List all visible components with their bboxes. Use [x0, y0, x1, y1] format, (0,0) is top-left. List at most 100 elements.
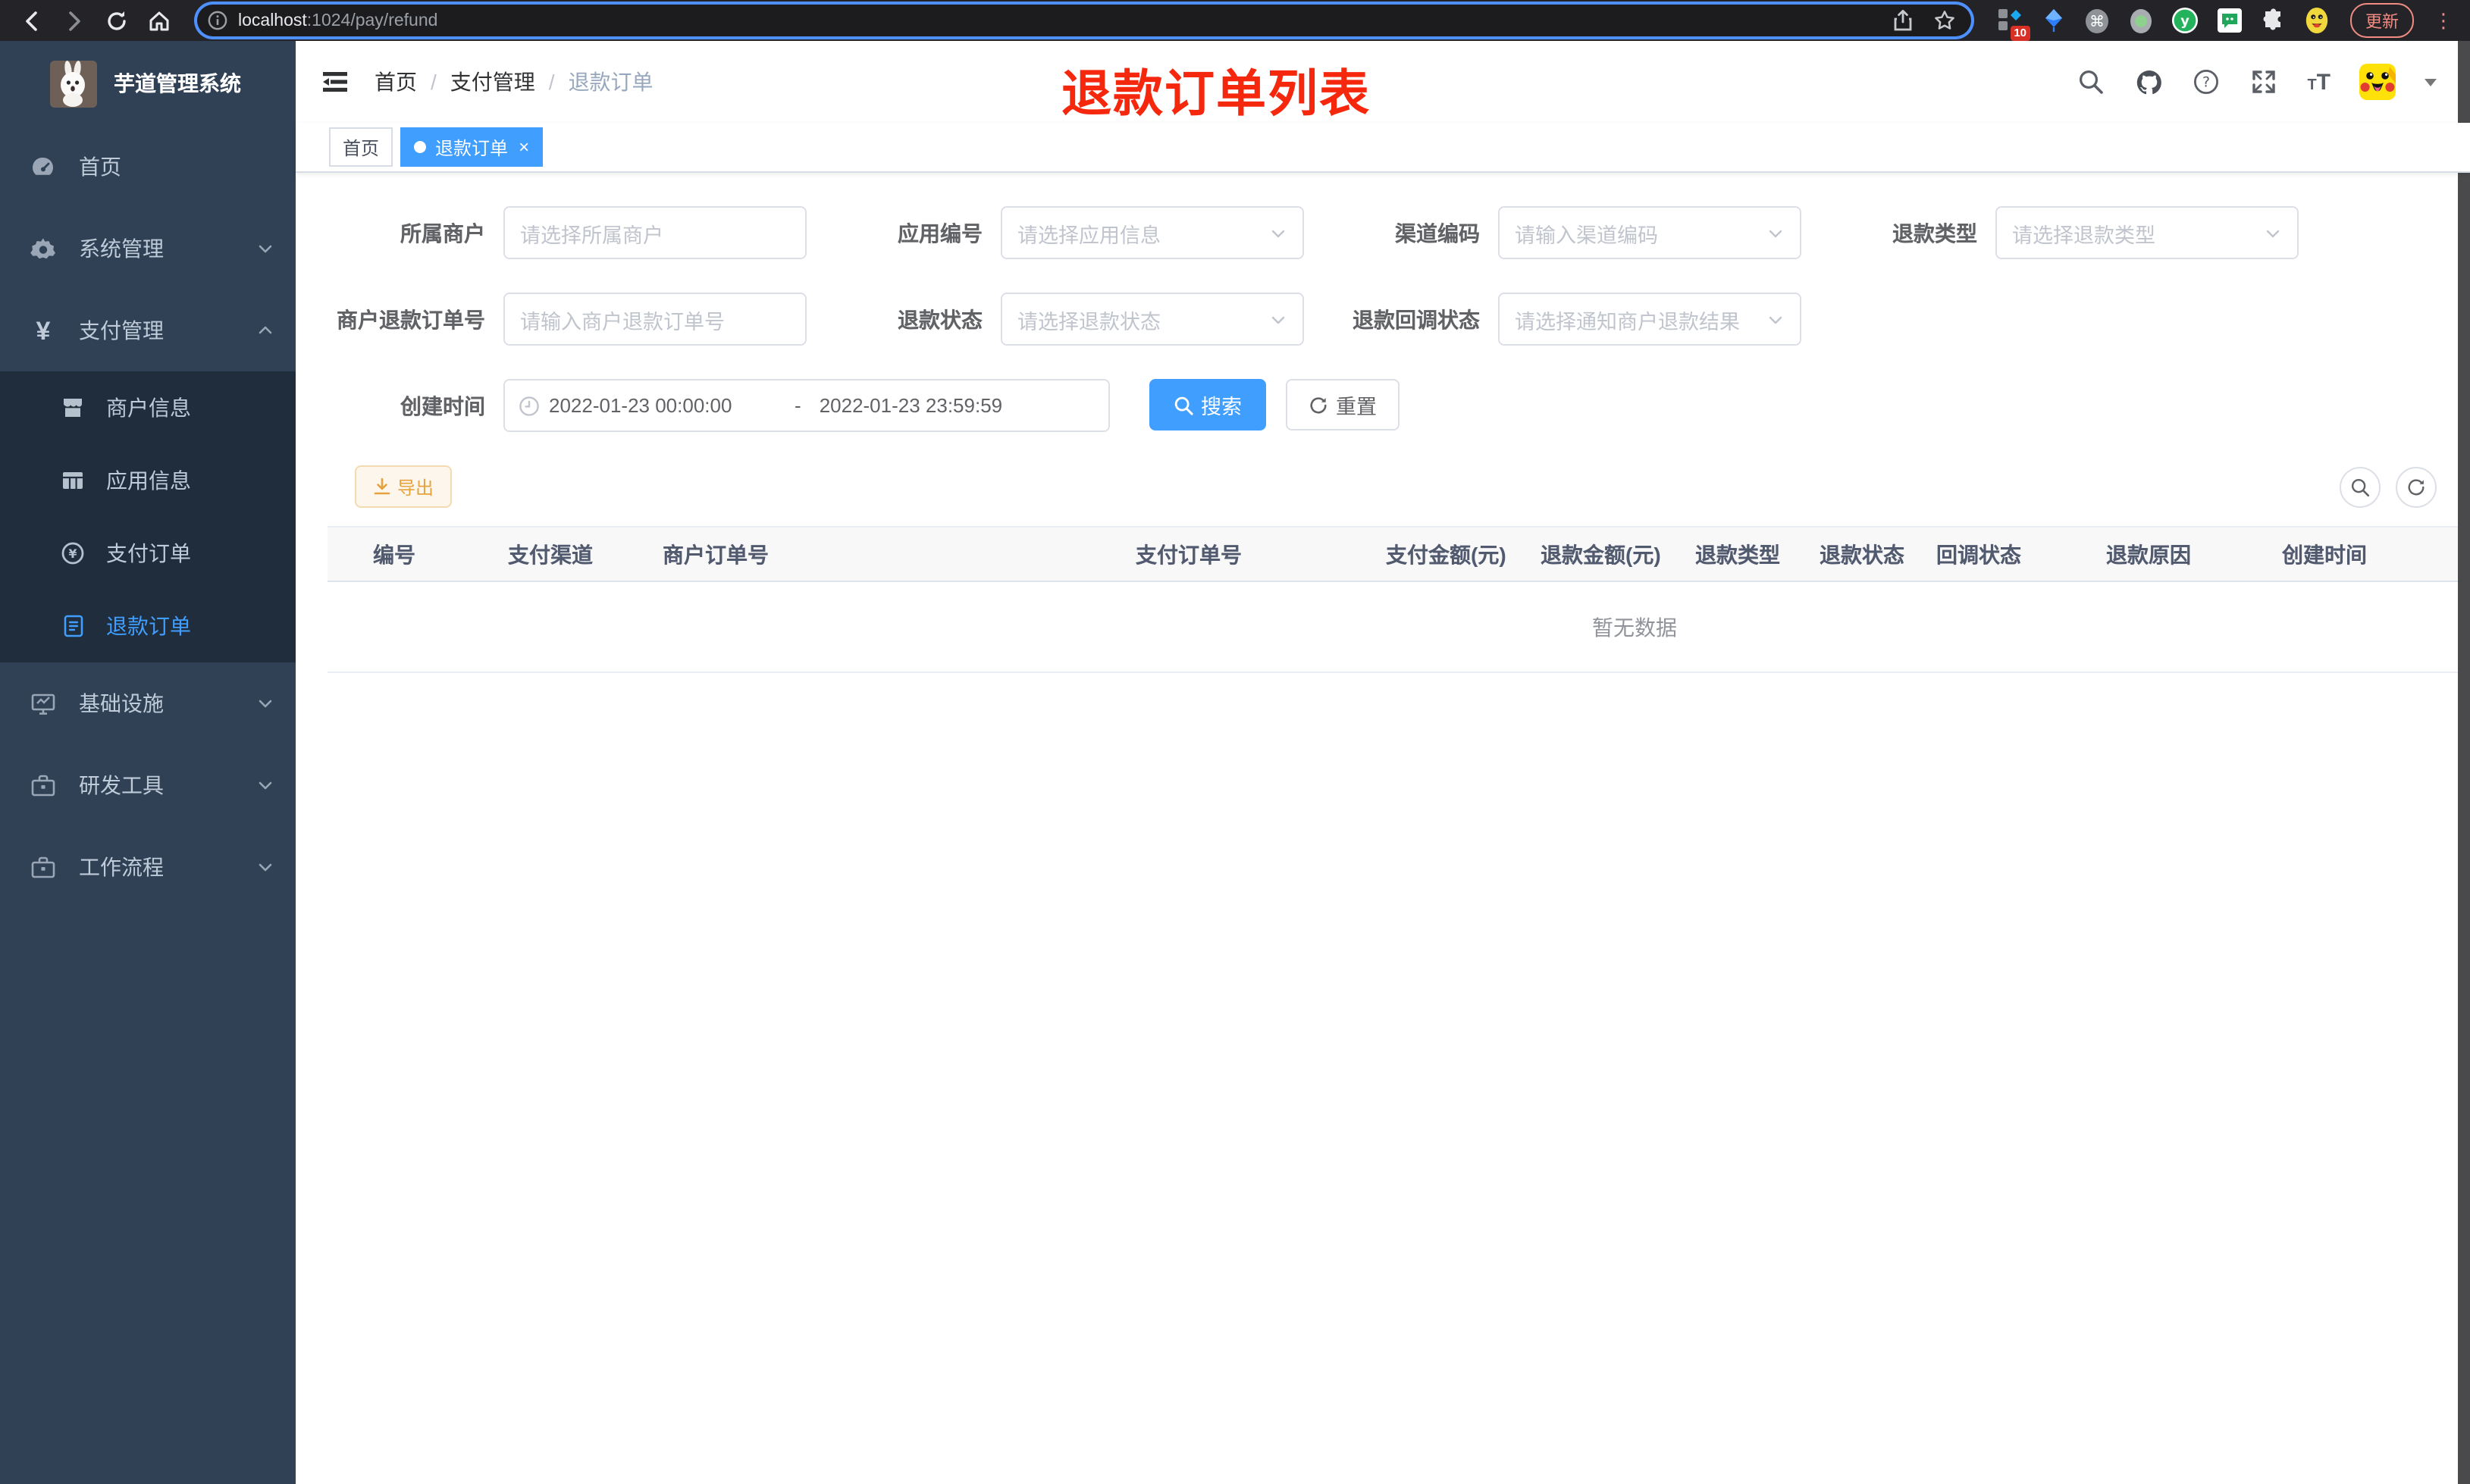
filter-merchant: 所属商户 请选择所属商户	[328, 206, 825, 259]
filter-label: 创建时间	[400, 393, 485, 418]
page-annotation: 退款订单列表	[1061, 65, 1371, 121]
extension-recorder-icon[interactable]	[2127, 7, 2155, 34]
col-refund-status: 退款状态	[1820, 542, 1904, 566]
extensions-puzzle-icon[interactable]	[2259, 7, 2287, 34]
select-arrow-icon	[1769, 229, 1782, 237]
filter-label: 渠道编码	[1395, 221, 1480, 245]
yen-icon: ¥	[36, 316, 51, 345]
hamburger-icon[interactable]	[320, 67, 350, 97]
user-avatar[interactable]	[2359, 64, 2396, 100]
placeholder-text: 请选择退款类型	[2012, 224, 2155, 246]
callback-status-select[interactable]: 请选择通知商户退款结果	[1498, 293, 1801, 346]
download-icon	[374, 477, 390, 495]
tags-view-bar: 首页 退款订单 ×	[296, 123, 2470, 173]
merchant-refund-no-input[interactable]: 请输入商户退款订单号	[503, 293, 807, 346]
sidebar-item-label: 基础设施	[79, 691, 164, 715]
refund-table: 编号 支付渠道 商户订单号 支付订单号 支付金额(元) 退款金额(元) 退款类型…	[328, 526, 2470, 673]
sidebar-logo[interactable]: 芋道管理系统	[0, 41, 296, 126]
active-dot	[414, 141, 427, 153]
browser-menu-icon[interactable]: ⋮	[2434, 11, 2453, 30]
sidebar-item-dev-tools[interactable]: 研发工具	[0, 744, 296, 826]
chevron-down-icon	[259, 781, 272, 790]
app-select[interactable]: 请选择应用信息	[1001, 206, 1304, 259]
help-icon[interactable]: ?	[2192, 67, 2221, 96]
search-icon	[1174, 396, 1193, 415]
site-info-icon[interactable]	[208, 11, 227, 30]
extension-tab-manager-icon[interactable]: 10	[1995, 7, 2030, 40]
shop-icon	[61, 396, 85, 420]
window-scrollbar[interactable]	[2458, 41, 2470, 1484]
share-icon[interactable]	[1892, 9, 1914, 32]
sidebar-item-home[interactable]: 首页	[0, 126, 296, 208]
sidebar-item-app-info[interactable]: 应用信息	[0, 444, 296, 517]
browser-forward-icon[interactable]	[58, 4, 91, 37]
breadcrumb-separator: /	[548, 70, 555, 94]
extension-emoji-icon[interactable]	[2303, 7, 2331, 34]
payment-submenu: 商户信息 应用信息 ¥ 支付订单 退款订单	[0, 371, 296, 662]
sidebar-item-merchant-info[interactable]: 商户信息	[0, 371, 296, 444]
refresh-table-button[interactable]	[2396, 466, 2437, 507]
export-button[interactable]: 导出	[355, 465, 453, 508]
sidebar-item-refund-order[interactable]: 退款订单	[0, 590, 296, 662]
document-icon	[61, 614, 85, 638]
show-search-toggle-button[interactable]	[2340, 466, 2381, 507]
col-merchant-order-no: 商户订单号	[663, 542, 769, 566]
sidebar-item-infrastructure[interactable]: 基础设施	[0, 662, 296, 744]
sidebar-item-label: 系统管理	[79, 236, 164, 261]
briefcase-icon	[30, 854, 56, 880]
address-bar[interactable]: localhost:1024/pay/refund	[197, 5, 1971, 36]
fullscreen-icon[interactable]	[2249, 67, 2278, 96]
refund-status-select[interactable]: 请选择退款状态	[1001, 293, 1304, 346]
create-time-range-picker[interactable]: 2022-01-23 00:00:00 - 2022-01-23 23:59:5…	[503, 379, 1110, 432]
sidebar-item-workflow[interactable]: 工作流程	[0, 826, 296, 908]
tab-home[interactable]: 首页	[329, 127, 393, 167]
sidebar-item-label: 首页	[79, 155, 121, 179]
search-icon[interactable]	[2077, 67, 2105, 96]
refresh-icon	[2408, 478, 2425, 495]
refund-type-select[interactable]: 请选择退款类型	[1995, 206, 2299, 259]
search-button[interactable]: 搜索	[1149, 379, 1266, 430]
gear-icon	[30, 236, 56, 261]
clock-icon	[519, 396, 539, 415]
github-icon[interactable]	[2134, 67, 2163, 96]
channel-select[interactable]: 请输入渠道编码	[1498, 206, 1801, 259]
browser-home-icon[interactable]	[143, 4, 176, 37]
extension-badge: 10	[2010, 26, 2030, 40]
sidebar-item-label: 商户信息	[106, 396, 191, 420]
breadcrumb-payment[interactable]: 支付管理	[450, 67, 535, 97]
date-separator: -	[795, 394, 801, 417]
empty-placeholder: 暂无数据	[328, 582, 2470, 673]
filter-label: 商户退款订单号	[337, 307, 485, 331]
select-arrow-icon	[1271, 229, 1285, 237]
extension-kite-icon[interactable]	[2039, 7, 2067, 34]
breadcrumb-home[interactable]: 首页	[375, 67, 417, 97]
dashboard-icon	[30, 154, 56, 180]
font-size-icon[interactable]: TT	[2307, 70, 2331, 93]
date-end-value: 2022-01-23 23:59:59	[819, 394, 1003, 417]
sidebar-item-label: 工作流程	[79, 855, 164, 879]
filter-refund-type: 退款类型 请选择退款类型	[1820, 206, 2317, 259]
sidebar-item-payment-order[interactable]: ¥ 支付订单	[0, 517, 296, 590]
browser-back-icon[interactable]	[15, 4, 49, 37]
avatar-caret-icon[interactable]	[2425, 78, 2437, 86]
select-arrow-icon	[1769, 315, 1782, 324]
extension-y-green-icon[interactable]: y	[2171, 7, 2199, 34]
sidebar-item-system[interactable]: 系统管理	[0, 208, 296, 290]
reset-button[interactable]: 重置	[1286, 379, 1400, 430]
tab-close-icon[interactable]: ×	[519, 138, 529, 156]
browser-reload-icon[interactable]	[100, 4, 133, 37]
reset-button-label: 重置	[1336, 396, 1377, 418]
app-title: 芋道管理系统	[114, 71, 241, 95]
filter-refund-status: 退款状态 请选择退款状态	[825, 293, 1322, 346]
sidebar-item-payment[interactable]: ¥ 支付管理	[0, 290, 296, 371]
bookmark-star-icon[interactable]	[1933, 9, 1956, 32]
col-pay-amount: 支付金额(元)	[1386, 542, 1506, 566]
extension-command-icon[interactable]: ⌘	[2083, 7, 2111, 34]
filter-callback-status: 退款回调状态 请选择通知商户退款结果	[1322, 293, 1820, 346]
browser-update-button[interactable]: 更新	[2350, 3, 2414, 38]
tab-refund-order[interactable]: 退款订单 ×	[400, 127, 544, 167]
placeholder-text: 请选择退款状态	[1017, 310, 1161, 333]
extension-chat-icon[interactable]	[2215, 7, 2243, 34]
col-create-time: 创建时间	[2282, 542, 2367, 566]
merchant-select[interactable]: 请选择所属商户	[503, 206, 807, 259]
